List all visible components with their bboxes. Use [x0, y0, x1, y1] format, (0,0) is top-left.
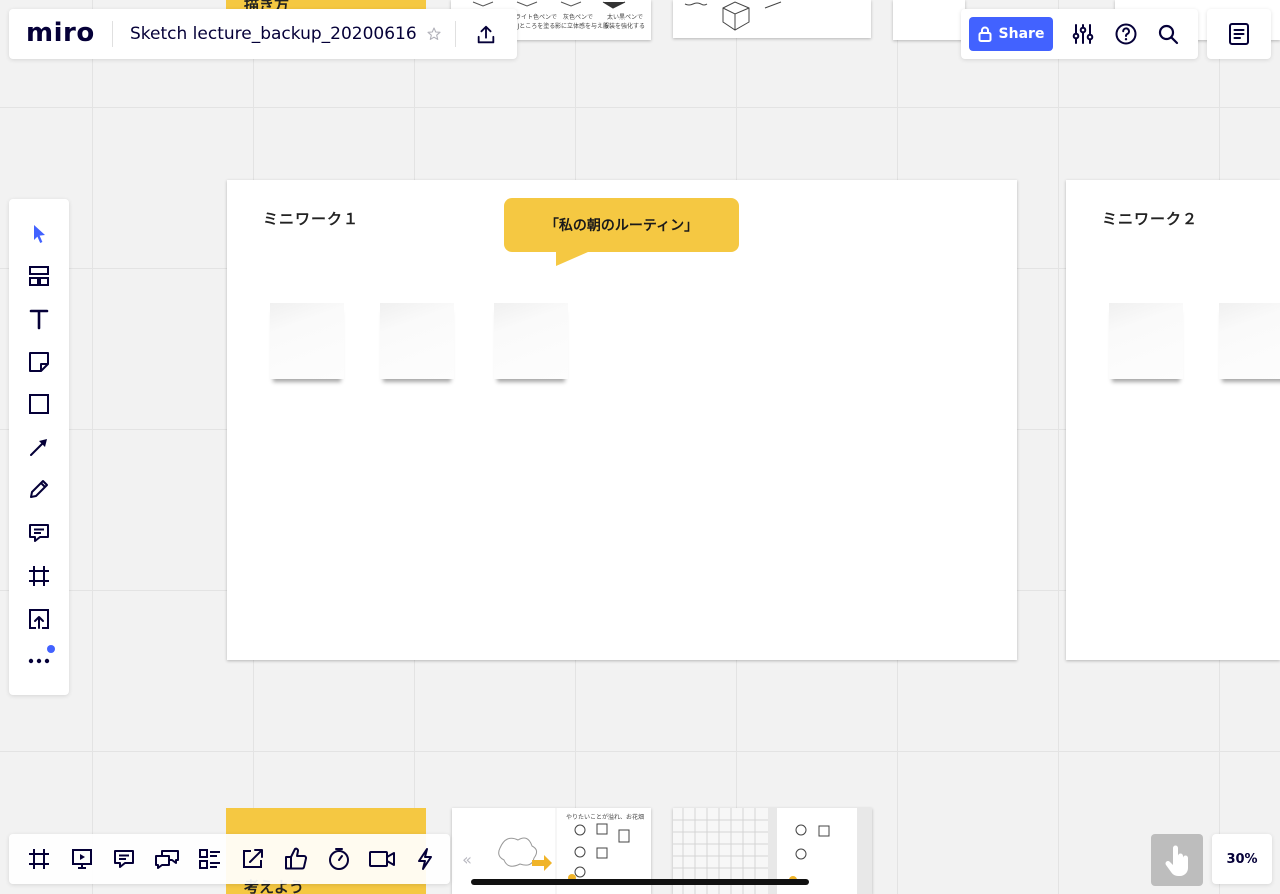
- header-divider: [112, 21, 113, 47]
- export-upload-icon[interactable]: [472, 21, 500, 49]
- share-button[interactable]: Share: [969, 17, 1053, 51]
- sticky-note[interactable]: [270, 303, 344, 379]
- board-notes-icon[interactable]: [1225, 20, 1253, 48]
- callout-text: 「私の朝のルーティン」: [545, 215, 698, 235]
- frame-icon[interactable]: [25, 562, 53, 590]
- thumb-label: 灰色ペンで: [563, 12, 593, 21]
- lightning-icon[interactable]: [411, 845, 439, 873]
- chat-bubbles-icon[interactable]: [153, 845, 181, 873]
- hand-pan-button[interactable]: [1151, 834, 1203, 886]
- thumb-label: 服装を強化する: [603, 21, 645, 30]
- zoom-label: 30%: [1226, 852, 1257, 867]
- search-icon[interactable]: [1154, 20, 1182, 48]
- thumb-label: NJところを塗る: [513, 21, 555, 30]
- miro-logo[interactable]: miro: [26, 18, 95, 48]
- comment-icon[interactable]: [110, 845, 138, 873]
- square-icon[interactable]: [25, 390, 53, 418]
- templates-icon[interactable]: [25, 262, 53, 290]
- share-screen-icon[interactable]: [239, 845, 267, 873]
- board-title[interactable]: Sketch lecture_backup_20200616: [130, 24, 417, 44]
- presentation-icon[interactable]: [68, 845, 96, 873]
- thumb-label: 太い黒ペンで: [607, 12, 643, 21]
- header-divider: [455, 21, 456, 47]
- thumbnail-top-2[interactable]: [673, 0, 871, 38]
- cursor-arrow-icon[interactable]: [25, 220, 53, 248]
- arrow-icon[interactable]: [25, 433, 53, 461]
- hand-tap-icon: [1163, 843, 1191, 877]
- notification-dot: [47, 645, 55, 653]
- lock-icon: [978, 26, 992, 42]
- frame-title: ミニワーク１: [263, 208, 359, 229]
- comment-icon[interactable]: [25, 519, 53, 547]
- thumb-label: ライト色ペンで: [515, 12, 557, 21]
- collapse-toolbar-icon[interactable]: «: [458, 848, 476, 870]
- callout-bubble[interactable]: 「私の朝のルーティン」: [504, 198, 739, 252]
- sticky-note[interactable]: [1219, 303, 1280, 379]
- thumb-label: 影に立体感を与える: [555, 21, 609, 30]
- frame-mini-work-1[interactable]: ミニワーク１: [227, 180, 1017, 660]
- frame-icon[interactable]: [25, 845, 53, 873]
- help-icon[interactable]: [1112, 20, 1140, 48]
- timer-icon[interactable]: [325, 845, 353, 873]
- sticky-note[interactable]: [494, 303, 568, 379]
- sticky-note-icon[interactable]: [25, 348, 53, 376]
- frame-title: ミニワーク２: [1102, 208, 1198, 229]
- sticky-note[interactable]: [1109, 303, 1183, 379]
- cube-sketch-icon: [673, 0, 871, 38]
- collapse-glyph: «: [462, 850, 472, 869]
- frame-mini-work-2[interactable]: ミニワーク２: [1066, 180, 1280, 660]
- text-T-icon[interactable]: [25, 305, 53, 333]
- settings-sliders-icon[interactable]: [1069, 20, 1097, 48]
- thumbnail-top-3[interactable]: [893, 0, 965, 40]
- video-camera-icon[interactable]: [367, 845, 397, 873]
- thumb-heading: やりたいことが溢れ、お花畑: [566, 812, 644, 821]
- share-label: Share: [999, 26, 1045, 42]
- header-left-panel: miro Sketch lecture_backup_20200616: [9, 9, 517, 59]
- star-icon[interactable]: [424, 24, 444, 44]
- zoom-level[interactable]: 30%: [1212, 834, 1272, 884]
- sticky-note[interactable]: [380, 303, 454, 379]
- thumbs-up-icon[interactable]: [282, 845, 310, 873]
- home-indicator: [471, 879, 809, 885]
- upload-icon[interactable]: [25, 605, 53, 633]
- pen-icon[interactable]: [25, 475, 53, 503]
- cards-list-icon[interactable]: [196, 845, 224, 873]
